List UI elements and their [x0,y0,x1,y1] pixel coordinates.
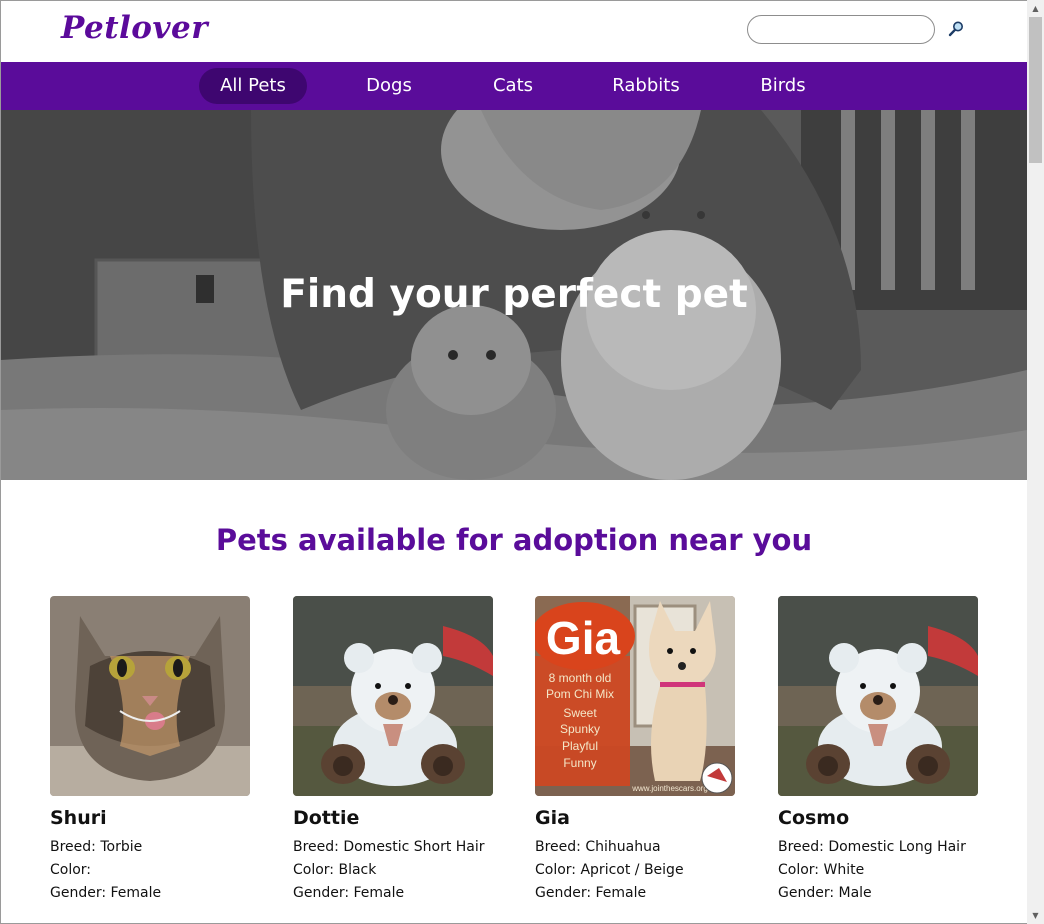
site-logo[interactable]: Petlover [61,10,208,46]
nav-item-birds[interactable]: Birds [733,68,833,104]
pet-name[interactable]: Dottie [293,806,493,830]
teddy-bear-photo-icon [293,596,493,796]
flyer-line-1: 8 month old [549,671,612,685]
flyer-line-4: Spunky [560,722,600,736]
pet-color: Color: Black [293,862,377,878]
pet-gender: Gender: Female [293,885,405,901]
pet-photo[interactable]: Gia 8 month old Pom Chi Mix Sweet Spunky… [535,596,735,796]
pet-gender: Gender: Male [778,885,872,901]
pet-color: Color: Apricot / Beige [535,862,684,878]
pet-photo[interactable] [50,596,250,796]
flyer-title: Gia [546,612,621,664]
search-input[interactable] [747,15,935,44]
nav-item-rabbits[interactable]: Rabbits [596,68,696,104]
pet-breed: Breed: Domestic Short Hair [293,839,485,855]
dog-flyer-photo-icon: Gia 8 month old Pom Chi Mix Sweet Spunky… [535,596,735,796]
pet-card-shuri[interactable]: Shuri Breed: Torbie Color: Gender: Femal… [50,596,250,905]
flyer-line-3: Sweet [563,706,597,720]
cat-photo-icon [50,596,250,796]
scroll-up-icon[interactable]: ▲ [1027,0,1044,17]
nav-item-cats[interactable]: Cats [463,68,563,104]
search-icon[interactable] [947,20,965,38]
hero-banner: Find your perfect pet [1,110,1027,480]
pet-card-cosmo[interactable]: Cosmo Breed: Domestic Long Hair Color: W… [778,596,978,905]
nav-item-dogs[interactable]: Dogs [339,68,439,104]
pet-name[interactable]: Gia [535,806,735,830]
category-nav: All Pets Dogs Cats Rabbits Birds [1,62,1027,110]
pet-gender: Gender: Female [535,885,647,901]
pet-breed: Breed: Domestic Long Hair [778,839,966,855]
pet-breed: Breed: Torbie [50,839,143,855]
flyer-line-6: Funny [563,756,596,770]
pet-card-dottie[interactable]: Dottie Breed: Domestic Short Hair Color:… [293,596,493,905]
flyer-url: www.jointhescars.org [631,784,708,793]
pet-name[interactable]: Cosmo [778,806,978,830]
pet-photo[interactable] [293,596,493,796]
pet-card-gia[interactable]: Gia 8 month old Pom Chi Mix Sweet Spunky… [535,596,735,905]
pet-color: Color: [50,862,92,878]
site-header: Petlover [1,1,1027,62]
pet-name[interactable]: Shuri [50,806,250,830]
pet-gender: Gender: Female [50,885,162,901]
hero-title: Find your perfect pet [280,272,748,317]
nav-item-all-pets[interactable]: All Pets [199,68,307,104]
teddy-bear-photo-icon [778,596,978,796]
scroll-down-icon[interactable]: ▼ [1027,907,1044,924]
pet-breed: Breed: Chihuahua [535,839,661,855]
flyer-line-2: Pom Chi Mix [546,687,614,701]
flyer-line-5: Playful [562,739,598,753]
scroll-thumb[interactable] [1029,17,1042,163]
pet-photo[interactable] [778,596,978,796]
page-scrollbar[interactable]: ▲ ▼ [1027,0,1044,924]
pet-color: Color: White [778,862,865,878]
page: Petlover All Pets Dogs Cats Rabbits Bird… [1,1,1027,923]
section-title: Pets available for adoption near you [215,523,813,557]
